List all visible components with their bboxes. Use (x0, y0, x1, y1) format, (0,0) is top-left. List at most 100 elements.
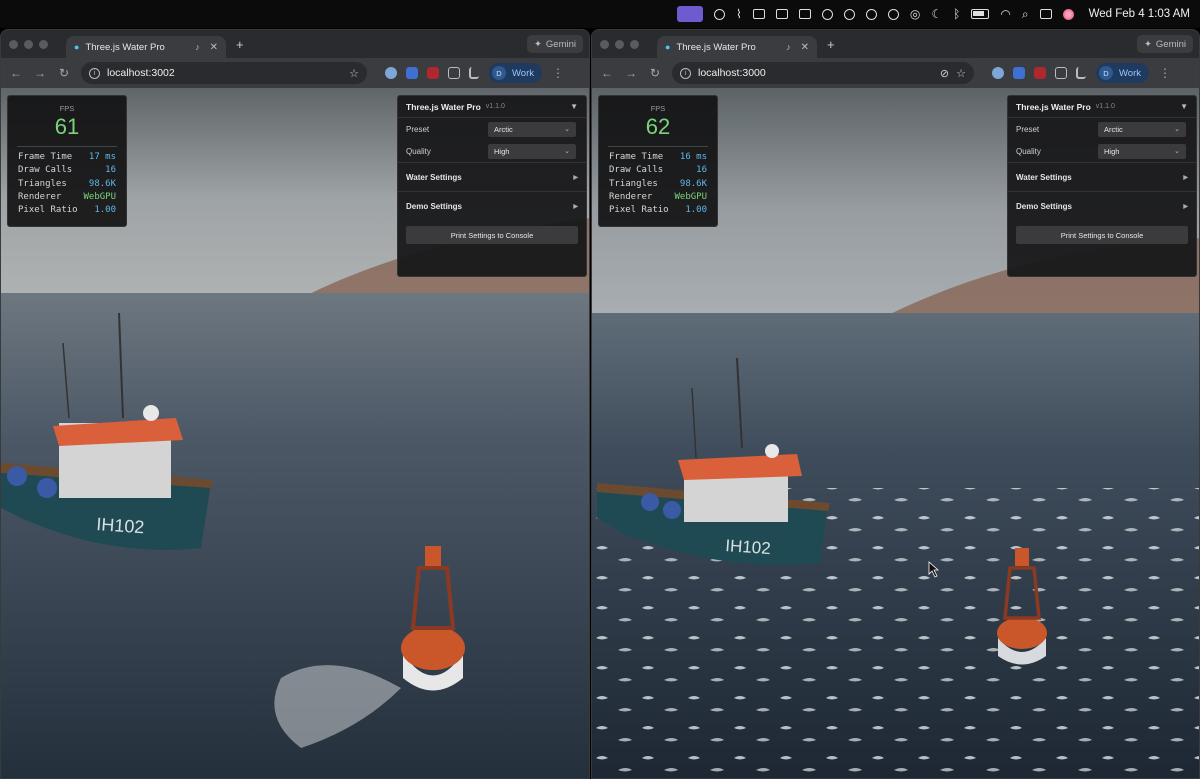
play-icon[interactable] (865, 8, 877, 20)
water-settings-folder[interactable]: Water Settings ▶ (1008, 162, 1196, 191)
forward-arrow-icon[interactable]: → (624, 66, 638, 80)
extensions-puzzle-icon[interactable] (1055, 67, 1067, 79)
settings-gui-panel: Three.js Water Pro v1.1.0 ▼ Preset Arcti… (397, 95, 587, 277)
extension-badge-icon[interactable] (1013, 67, 1025, 79)
reading-list-icon[interactable] (469, 67, 479, 79)
time-machine-icon[interactable] (843, 8, 855, 20)
stats-row: Triangles 98.6K (599, 178, 717, 191)
minimize-window-button[interactable] (24, 39, 33, 49)
browser-toolbar: ← → ↻ i localhost:3000 ⊘ ☆ D Work ⋮ (592, 58, 1199, 88)
reading-list-icon[interactable] (1076, 67, 1086, 79)
url-text[interactable]: localhost:3002 (107, 67, 342, 79)
close-window-button[interactable] (9, 39, 18, 49)
paperclip-icon[interactable]: ⌇ (736, 8, 742, 20)
print-settings-button[interactable]: Print Settings to Console (406, 226, 578, 244)
minimize-window-button[interactable] (615, 39, 624, 49)
collapse-triangle-icon[interactable]: ▼ (1180, 102, 1188, 111)
extension-globe-icon[interactable] (992, 67, 1004, 79)
preset-select[interactable]: Arctic ⌄ (488, 121, 576, 137)
extension-globe-icon[interactable] (385, 67, 397, 79)
close-tab-icon[interactable]: ✕ (801, 42, 809, 53)
app-a-icon[interactable] (752, 9, 765, 19)
airdrop-icon[interactable]: ◎ (910, 8, 920, 20)
stats-row: Draw Calls 16 (8, 164, 126, 177)
ublock-icon[interactable] (1034, 67, 1046, 79)
expand-arrow-icon: ▶ (1183, 174, 1188, 181)
quality-select[interactable]: High ⌄ (488, 143, 576, 159)
demo-settings-folder[interactable]: Demo Settings ▶ (1008, 191, 1196, 220)
zoom-window-button[interactable] (630, 39, 639, 49)
moon-icon[interactable]: ☾ (931, 8, 942, 20)
webgl-canvas[interactable]: IH102 FPS 61 Frame Time 17 ms Draw Calls 1… (1, 88, 589, 778)
user-icon[interactable] (887, 8, 899, 20)
profile-button[interactable]: D Work (1096, 63, 1149, 83)
muted-tab-icon[interactable]: ⊘ (940, 67, 949, 80)
url-text[interactable]: localhost:3000 (698, 67, 933, 79)
more-menu-icon[interactable]: ⋮ (1159, 66, 1171, 80)
print-settings-button[interactable]: Print Settings to Console (1016, 226, 1188, 244)
extensions-area (385, 67, 479, 79)
bookmark-star-icon[interactable]: ☆ (349, 67, 359, 80)
menubar-clock[interactable]: Wed Feb 4 1:03 AM (1089, 8, 1190, 20)
back-arrow-icon[interactable]: ← (9, 66, 23, 80)
gui-version: v1.1.0 (485, 103, 505, 110)
extensions-puzzle-icon[interactable] (448, 67, 460, 79)
preset-select[interactable]: Arctic ⌄ (1098, 121, 1186, 137)
stats-row: Frame Time 16 ms (599, 151, 717, 164)
siri-icon[interactable] (1062, 8, 1074, 20)
battery-icon[interactable] (971, 9, 990, 19)
fps-label: FPS (59, 104, 75, 113)
gui-header[interactable]: Three.js Water Pro v1.1.0 ▼ (398, 96, 586, 118)
bluetooth-icon[interactable]: ᛒ (953, 8, 960, 20)
muted-speaker-icon[interactable]: ♪ (786, 42, 791, 52)
address-bar[interactable]: i localhost:3000 ⊘ ☆ (672, 62, 974, 84)
stats-divider (608, 146, 708, 147)
more-menu-icon[interactable]: ⋮ (552, 66, 564, 80)
wifi-status-icon[interactable] (714, 8, 726, 20)
control-center-icon[interactable] (1039, 9, 1052, 19)
close-window-button[interactable] (600, 39, 609, 49)
profile-label: Work (1119, 67, 1141, 79)
address-bar[interactable]: i localhost:3002 ☆ (81, 62, 367, 84)
site-info-icon[interactable]: i (680, 67, 691, 79)
stats-row: Triangles 98.6K (8, 178, 126, 191)
ublock-icon[interactable] (427, 67, 439, 79)
chevron-down-icon: ⌄ (1174, 148, 1180, 155)
screen-app-icon[interactable] (677, 6, 704, 22)
preset-value: Arctic (494, 124, 513, 134)
boat-hull-text: IH102 (725, 536, 772, 558)
gui-header[interactable]: Three.js Water Pro v1.1.0 ▼ (1008, 96, 1196, 118)
profile-button[interactable]: D Work (489, 63, 542, 83)
close-tab-icon[interactable]: ✕ (210, 42, 218, 53)
reload-icon[interactable]: ↻ (57, 66, 71, 80)
tab-active[interactable]: ● Three.js Water Pro ♪ ✕ (657, 36, 817, 58)
water-settings-folder[interactable]: Water Settings ▶ (398, 162, 586, 191)
wifi-icon[interactable]: ◠ (1000, 8, 1010, 20)
folder-label: Demo Settings (406, 201, 463, 211)
reload-icon[interactable]: ↻ (648, 66, 662, 80)
sync-icon[interactable] (821, 8, 833, 20)
chevron-down-icon: ⌄ (1174, 126, 1180, 133)
gemini-button[interactable]: ✦ Gemini (1136, 35, 1193, 53)
demo-settings-folder[interactable]: Demo Settings ▶ (398, 191, 586, 220)
quality-select[interactable]: High ⌄ (1098, 143, 1186, 159)
gemini-button[interactable]: ✦ Gemini (526, 35, 583, 53)
speaker-icon[interactable]: ♪ (195, 42, 200, 52)
new-tab-button[interactable]: + (236, 37, 244, 52)
webgl-canvas[interactable]: IH102 FPS 62 Frame Time 16 ms Draw Calls 1… (592, 88, 1199, 778)
zoom-window-button[interactable] (39, 39, 48, 49)
window-controls (600, 39, 639, 49)
extension-badge-icon[interactable] (406, 67, 418, 79)
bookmark-star-icon[interactable]: ☆ (956, 67, 966, 80)
profile-label: Work (512, 67, 534, 79)
stat-label: Renderer (18, 191, 62, 202)
back-arrow-icon[interactable]: ← (600, 66, 614, 80)
site-info-icon[interactable]: i (89, 67, 100, 79)
drive-icon[interactable] (798, 9, 811, 19)
forward-arrow-icon[interactable]: → (33, 66, 47, 80)
app-window-icon[interactable] (775, 9, 788, 19)
collapse-triangle-icon[interactable]: ▼ (570, 102, 578, 111)
tab-active[interactable]: ● Three.js Water Pro ♪ ✕ (66, 36, 226, 58)
search-icon[interactable]: ⌕ (1022, 8, 1029, 20)
new-tab-button[interactable]: + (827, 37, 835, 52)
